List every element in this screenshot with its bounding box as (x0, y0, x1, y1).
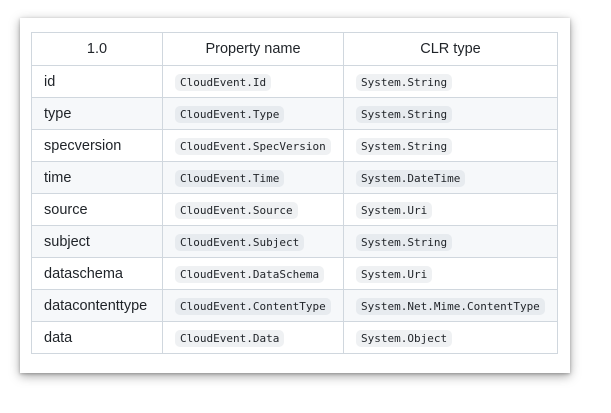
clr-type-code: System.Uri (356, 201, 433, 219)
property-code: CloudEvent.SpecVersion (175, 137, 331, 155)
column-header-clr-type: CLR type (343, 32, 558, 66)
property-cell: CloudEvent.Source (162, 193, 344, 226)
table-row: datacontenttype CloudEvent.ContentType S… (31, 289, 558, 322)
clr-type-code: System.Uri (356, 265, 433, 283)
property-cell: CloudEvent.Type (162, 97, 344, 130)
property-code: CloudEvent.Data (175, 329, 285, 347)
property-code: CloudEvent.Time (175, 169, 285, 187)
clr-type-cell: System.Net.Mime.ContentType (343, 289, 558, 322)
table-row: type CloudEvent.Type System.String (31, 97, 558, 130)
attribute-cell: id (31, 65, 163, 98)
attribute-cell: time (31, 161, 163, 194)
clr-type-cell: System.Uri (343, 193, 558, 226)
property-cell: CloudEvent.ContentType (162, 289, 344, 322)
clr-type-code: System.Net.Mime.ContentType (356, 297, 545, 315)
property-cell: CloudEvent.Time (162, 161, 344, 194)
clr-type-code: System.String (356, 73, 453, 91)
table-row: subject CloudEvent.Subject System.String (31, 225, 558, 258)
clr-type-code: System.String (356, 137, 453, 155)
table-header-row: 1.0 Property name CLR type (31, 32, 558, 66)
screenshot-frame: 1.0 Property name CLR type id CloudEvent… (20, 18, 570, 373)
clr-type-cell: System.Object (343, 321, 558, 354)
clr-type-cell: System.String (343, 65, 558, 98)
property-code: CloudEvent.Type (175, 105, 285, 123)
attribute-cell: data (31, 321, 163, 354)
property-cell: CloudEvent.SpecVersion (162, 129, 344, 162)
clr-type-cell: System.String (343, 225, 558, 258)
clr-type-cell: System.Uri (343, 257, 558, 290)
table-row: id CloudEvent.Id System.String (31, 65, 558, 98)
attribute-cell: type (31, 97, 163, 130)
property-code: CloudEvent.ContentType (175, 297, 331, 315)
clr-type-cell: System.String (343, 129, 558, 162)
attribute-cell: specversion (31, 129, 163, 162)
table-row: dataschema CloudEvent.DataSchema System.… (31, 257, 558, 290)
property-cell: CloudEvent.Data (162, 321, 344, 354)
table-row: source CloudEvent.Source System.Uri (31, 193, 558, 226)
clr-type-cell: System.String (343, 97, 558, 130)
property-cell: CloudEvent.DataSchema (162, 257, 344, 290)
clr-type-code: System.String (356, 105, 453, 123)
property-code: CloudEvent.Id (175, 73, 272, 91)
table-row: specversion CloudEvent.SpecVersion Syste… (31, 129, 558, 162)
attribute-cell: dataschema (31, 257, 163, 290)
attribute-cell: subject (31, 225, 163, 258)
property-cell: CloudEvent.Id (162, 65, 344, 98)
property-code: CloudEvent.DataSchema (175, 265, 325, 283)
table-row: data CloudEvent.Data System.Object (31, 321, 558, 354)
cloudevent-properties-table: 1.0 Property name CLR type id CloudEvent… (31, 32, 558, 354)
property-cell: CloudEvent.Subject (162, 225, 344, 258)
clr-type-code: System.DateTime (356, 169, 466, 187)
property-code: CloudEvent.Subject (175, 233, 305, 251)
clr-type-code: System.Object (356, 329, 453, 347)
attribute-cell: source (31, 193, 163, 226)
clr-type-code: System.String (356, 233, 453, 251)
column-header-version: 1.0 (31, 32, 163, 66)
property-code: CloudEvent.Source (175, 201, 298, 219)
clr-type-cell: System.DateTime (343, 161, 558, 194)
column-header-property-name: Property name (162, 32, 344, 66)
table-row: time CloudEvent.Time System.DateTime (31, 161, 558, 194)
attribute-cell: datacontenttype (31, 289, 163, 322)
